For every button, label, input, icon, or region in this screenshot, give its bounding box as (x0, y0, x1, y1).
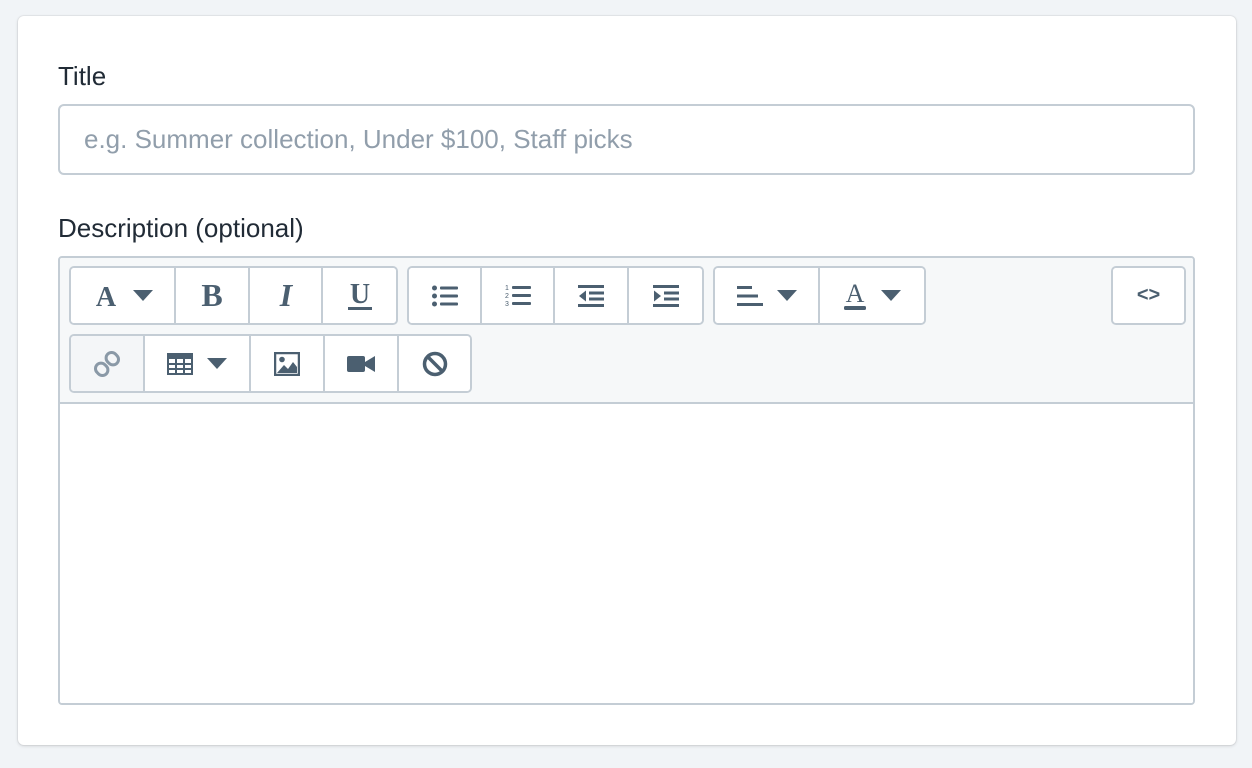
italic-button[interactable]: I (249, 268, 324, 323)
unordered-list-button[interactable] (409, 268, 483, 323)
description-label: Description (optional) (58, 213, 304, 243)
chevron-down-icon (132, 289, 153, 301)
underline-icon: U (347, 281, 372, 310)
list-group: 1 2 3 (407, 266, 704, 325)
ban-icon (422, 351, 447, 376)
video-button[interactable] (325, 336, 399, 391)
rich-text-editor: A B I U 1 2 3 A <> (58, 256, 1195, 705)
svg-text:U: U (350, 281, 370, 310)
editor-toolbar: A B I U 1 2 3 A <> (60, 258, 1193, 404)
collection-details-card: Title Description (optional) A B (18, 16, 1236, 745)
outdent-icon (578, 284, 605, 307)
link-button[interactable] (71, 336, 145, 391)
text-color-dropdown-button[interactable]: A (820, 268, 924, 323)
align-color-group: A (713, 266, 926, 325)
video-camera-icon (347, 355, 375, 372)
svg-text:3: 3 (505, 301, 509, 308)
insert-group (69, 334, 472, 393)
link-icon (93, 350, 121, 377)
clear-formatting-button[interactable] (399, 336, 470, 391)
indent-icon (652, 284, 679, 307)
code-view-button[interactable]: <> (1113, 268, 1184, 323)
table-icon (167, 352, 193, 375)
chevron-down-icon (776, 289, 797, 301)
chevron-down-icon (207, 357, 227, 369)
title-input[interactable] (58, 104, 1195, 175)
numbered-list-icon: 1 2 3 (505, 285, 531, 308)
chevron-down-icon (881, 289, 901, 301)
editor-content-area[interactable] (60, 404, 1193, 703)
align-dropdown-button[interactable] (715, 268, 820, 323)
image-button[interactable] (251, 336, 325, 391)
italic-icon: I (278, 282, 293, 310)
svg-text:A: A (846, 281, 865, 308)
code-view-group: <> (1111, 266, 1186, 325)
table-dropdown-button[interactable] (145, 336, 251, 391)
svg-text:B: B (201, 282, 222, 310)
align-left-icon (736, 285, 763, 306)
svg-text:I: I (278, 282, 293, 310)
svg-text:A: A (96, 283, 117, 309)
svg-text:2: 2 (505, 293, 509, 300)
font-icon: A (96, 283, 117, 309)
ordered-list-button[interactable]: 1 2 3 (482, 268, 556, 323)
font-style-button[interactable]: A (71, 268, 177, 323)
bold-icon: B (201, 282, 222, 310)
outdent-button[interactable] (555, 268, 630, 323)
bold-button[interactable]: B (176, 268, 250, 323)
text-color-icon: A (844, 281, 866, 310)
text-format-group: A B I U (69, 266, 398, 325)
title-label: Title (58, 61, 107, 91)
image-icon (274, 351, 300, 376)
indent-button[interactable] (629, 268, 702, 323)
svg-text:1: 1 (505, 285, 509, 292)
underline-button[interactable]: U (323, 268, 396, 323)
bulleted-list-icon (431, 285, 458, 306)
